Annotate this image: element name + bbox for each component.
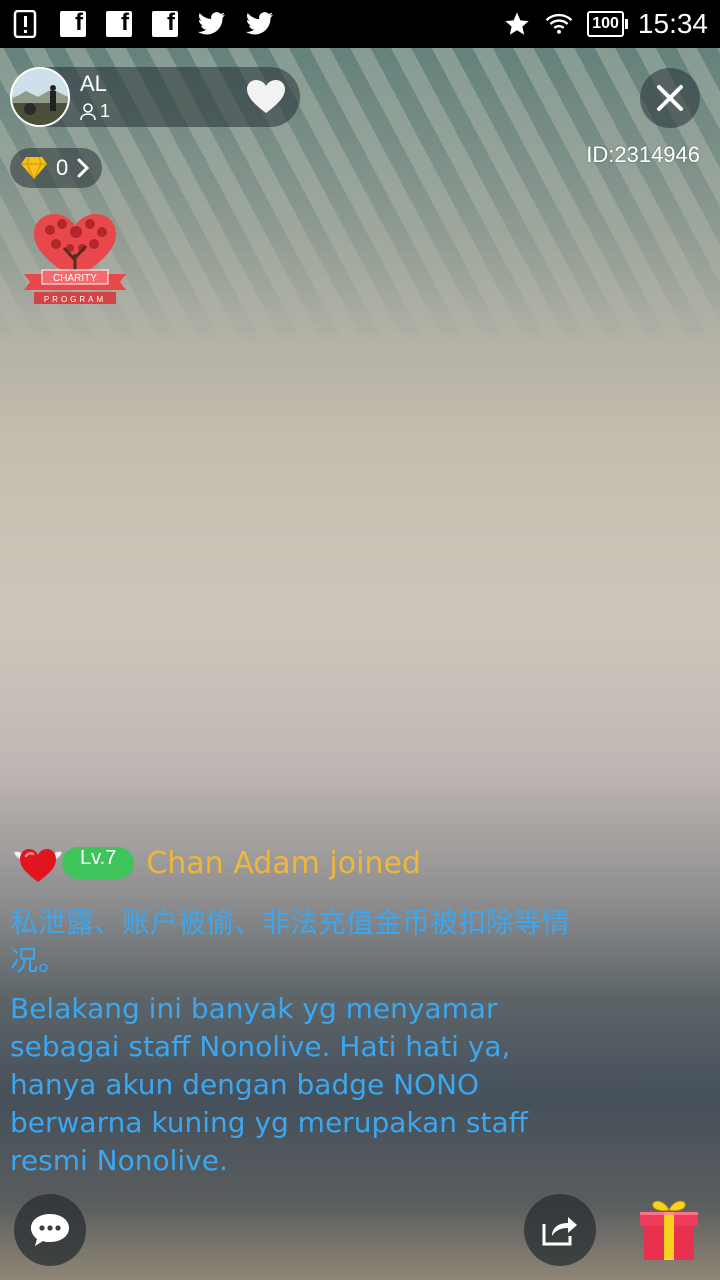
join-message: Chan Adam joined [146, 846, 421, 881]
twitter-icon [198, 10, 226, 38]
facebook-icon: f [152, 9, 178, 37]
charity-badge-bottom-text-shown: PROGRAM [44, 295, 106, 304]
share-icon [542, 1217, 577, 1246]
close-button[interactable] [640, 68, 700, 128]
level-badge: Lv.7 [62, 847, 135, 879]
chat-message-cn-clip: 私泄露、账户被偷、非法充值金币被扣除等情况。 [10, 888, 610, 980]
chat-icon [31, 1214, 69, 1246]
close-icon [657, 85, 683, 111]
status-bar: f f f 100 15:34 [0, 0, 720, 48]
alert-icon [12, 10, 40, 38]
chat-message-id: Belakang ini banyak yg menyamar sebagai … [10, 992, 528, 1177]
join-notification: Lv.7 Chan Adam joined [10, 840, 421, 886]
charity-badge-top-text: CHARITY [53, 273, 97, 284]
wifi-icon [545, 10, 573, 38]
gift-icon[interactable] [636, 1196, 702, 1262]
facebook-icon: f [106, 9, 132, 37]
host-info-pill[interactable]: AL 1 [10, 67, 300, 127]
diamond-count: 0 [56, 155, 69, 180]
chevron-right-icon [77, 158, 90, 178]
diamond-icon [21, 156, 47, 180]
share-button[interactable] [524, 1194, 596, 1266]
battery-icon: 100 [587, 11, 628, 37]
room-id: ID:2314946 [586, 142, 700, 167]
clock: 15:34 [637, 8, 708, 39]
charity-program-badge[interactable]: CHARITY PROGRAM PROGRAM [20, 208, 130, 308]
follow-heart-icon[interactable] [246, 79, 286, 115]
avatar[interactable] [10, 67, 70, 127]
joined-verb: joined [329, 845, 421, 881]
star-icon [503, 10, 531, 38]
chat-button[interactable] [14, 1194, 86, 1266]
viewer-count: 1 [80, 101, 110, 122]
person-icon [80, 102, 96, 120]
facebook-icon: f [60, 9, 86, 37]
diamond-balance[interactable]: 0 [10, 148, 102, 188]
joined-user-name[interactable]: Chan Adam [146, 846, 320, 881]
chat-message-cn: 私泄露、账户被偷、非法充值金币被扣除等情况。 [10, 906, 571, 977]
twitter-icon [246, 10, 274, 38]
viewer-count-value: 1 [100, 101, 111, 121]
host-name: AL [80, 71, 107, 96]
winged-heart-icon [13, 849, 63, 882]
